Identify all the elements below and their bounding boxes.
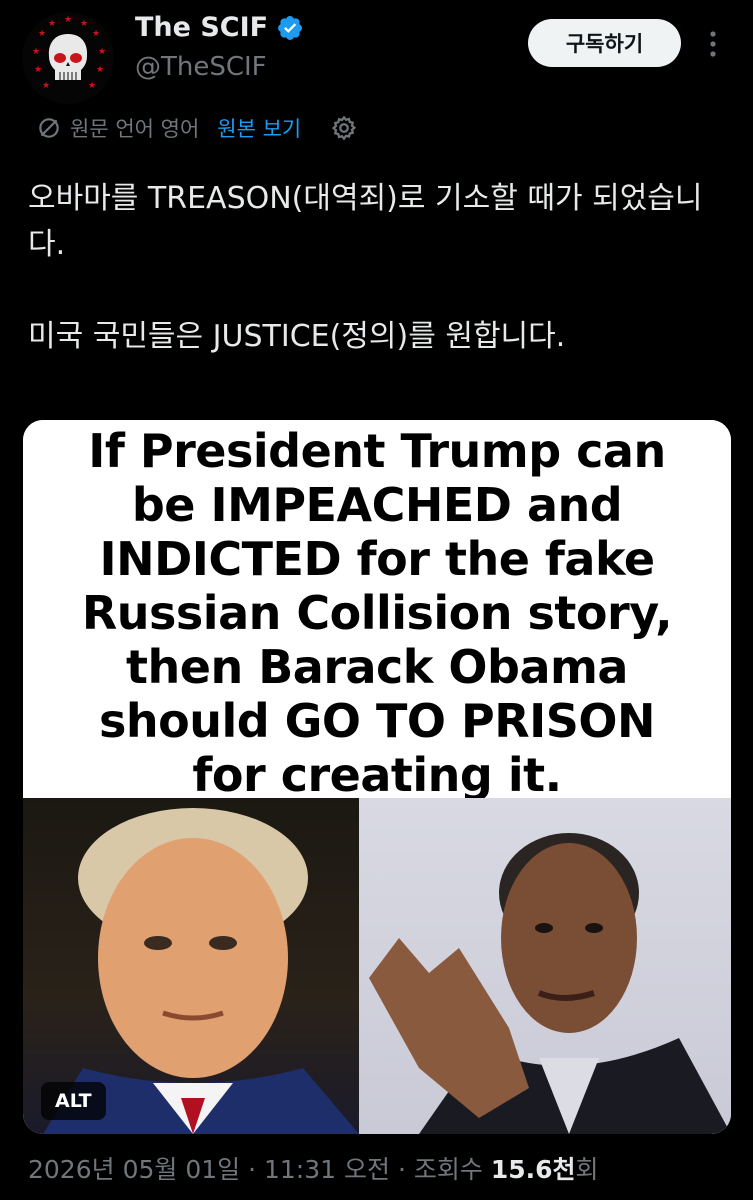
obama-portrait	[359, 798, 731, 1134]
views-prefix: 조회수	[413, 1155, 483, 1184]
author-display-name-row[interactable]: The SCIF	[135, 12, 304, 43]
svg-text:★: ★	[80, 19, 88, 29]
meme-line: Russian Collision story,	[81, 586, 673, 640]
tweet-paragraph: 오바마를 TREASON(대역죄)로 기소할 때가 되었습니다.	[28, 181, 703, 262]
more-vertical-icon[interactable]	[700, 26, 726, 62]
meme-line: for creating it.	[192, 748, 562, 802]
meta-separator: ·	[248, 1155, 257, 1184]
svg-text:★: ★	[48, 19, 56, 29]
svg-text:★: ★	[64, 15, 72, 25]
alt-text-badge[interactable]: ALT	[41, 1082, 106, 1120]
author-handle[interactable]: @TheSCIF	[135, 52, 267, 82]
tweet-meta: 2026년 05월 01일 · 11:31 오전 · 조회수 15.6천회	[28, 1150, 599, 1186]
meme-line: If President Trump can	[88, 424, 666, 478]
show-original-link[interactable]: 원본 보기	[217, 113, 301, 143]
meme-line: INDICTED for the fake	[99, 532, 655, 586]
meme-caption: If President Trump can be IMPEACHED and …	[23, 420, 731, 802]
subscribe-button[interactable]: 구독하기	[528, 19, 681, 67]
translation-bar: 원문 언어 영어 원본 보기	[36, 110, 359, 146]
svg-text:★: ★	[32, 47, 40, 57]
tweet-media-image[interactable]: If President Trump can be IMPEACHED and …	[23, 420, 731, 1134]
meme-line: be IMPEACHED and	[131, 478, 623, 532]
gear-icon[interactable]	[329, 113, 359, 143]
meme-line: then Barack Obama	[126, 640, 628, 694]
tweet-paragraph: 미국 국민들은 JUSTICE(정의)를 원합니다.	[28, 319, 566, 354]
translate-icon	[39, 118, 59, 138]
svg-text:★: ★	[92, 29, 100, 39]
svg-text:★: ★	[88, 81, 96, 91]
tweet-text: 오바마를 TREASON(대역죄)로 기소할 때가 되었습니다. 미국 국민들은…	[28, 176, 728, 360]
verified-badge-icon	[278, 15, 303, 40]
avatar[interactable]: ★ ★ ★ ★ ★ ★ ★ ★ ★ ★ ★	[22, 12, 114, 104]
svg-text:★: ★	[96, 65, 104, 75]
views-count[interactable]: 15.6천	[491, 1155, 576, 1184]
source-language-label: 원문 언어 영어	[70, 117, 200, 141]
svg-text:★: ★	[38, 29, 46, 39]
tweet-time[interactable]: 11:31 오전	[264, 1155, 390, 1184]
tweet-date[interactable]: 2026년 05월 01일	[28, 1155, 240, 1184]
svg-text:★: ★	[98, 47, 106, 57]
svg-text:★: ★	[42, 81, 50, 91]
svg-text:★: ★	[34, 65, 42, 75]
author-display-name[interactable]: The SCIF	[135, 12, 268, 43]
meme-line: should GO TO PRISON	[98, 694, 656, 748]
meta-separator: ·	[397, 1155, 406, 1184]
views-suffix: 회	[575, 1155, 599, 1184]
